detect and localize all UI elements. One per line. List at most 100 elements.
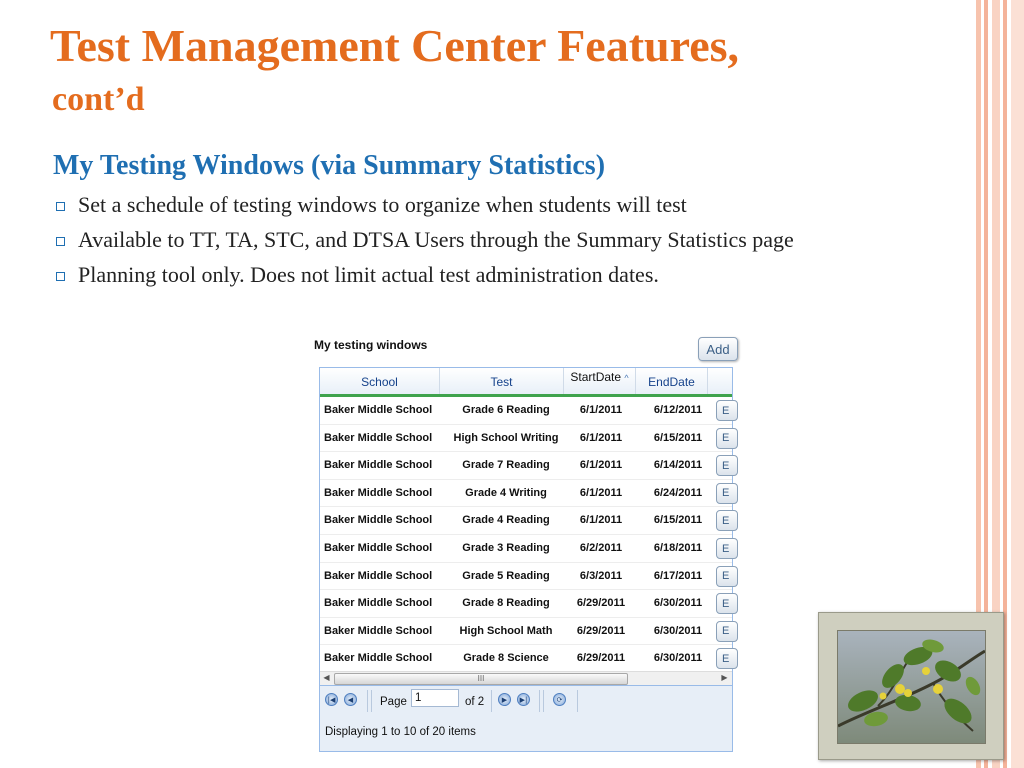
cell-startdate: 6/1/2011 <box>579 431 623 444</box>
table-row[interactable]: Baker Middle School Grade 6 Reading 6/1/20… <box>320 397 738 425</box>
edit-button[interactable]: E <box>716 482 738 504</box>
toolbar-separator <box>367 690 368 712</box>
cell-test: Grade 4 Writing <box>465 486 547 499</box>
next-page-icon[interactable]: ▶ <box>498 693 511 706</box>
edit-button[interactable]: E <box>716 427 738 449</box>
add-button[interactable]: Add <box>698 337 738 361</box>
cell-test: Grade 6 Reading <box>462 404 550 416</box>
cell-test: High School Math <box>459 624 553 637</box>
column-header-test[interactable]: Test <box>440 368 564 394</box>
cell-school: Baker Middle School <box>324 542 433 554</box>
toolbar-separator <box>577 690 578 712</box>
square-bullet-icon <box>56 202 65 211</box>
cell-enddate: 6/30/2011 <box>653 597 703 610</box>
page-number-input[interactable] <box>411 689 459 707</box>
page-count-label: of 2 <box>465 696 485 708</box>
pagination-toolbar: |◀ ◀ Page of 2 ▶ ▶| ⟳ Displaying 1 to 10… <box>320 685 732 751</box>
cell-school: Baker Middle School <box>324 624 433 637</box>
bullet-item: Available to TT, TA, STC, and DTSA Users… <box>56 225 918 255</box>
first-page-icon[interactable]: |◀ <box>325 693 338 706</box>
table-row[interactable]: Baker Middle School Grade 8 Science 6/29/2… <box>320 645 738 673</box>
widget-title: My testing windows <box>314 338 428 352</box>
cell-school: Baker Middle School <box>324 404 433 416</box>
display-message: Displaying 1 to 10 of 20 items <box>325 726 476 738</box>
cell-startdate: 6/1/2011 <box>579 486 623 499</box>
cell-enddate: 6/24/2011 <box>653 486 703 499</box>
horizontal-scrollbar[interactable]: ◀ III ▶ <box>320 671 732 685</box>
cell-startdate: 6/2/2011 <box>579 542 623 554</box>
cell-enddate: 6/17/2011 <box>653 569 703 582</box>
edit-button[interactable]: E <box>716 620 738 642</box>
cell-startdate: 6/29/2011 <box>576 597 626 610</box>
cell-enddate: 6/18/2011 <box>653 542 703 554</box>
last-page-icon[interactable]: ▶| <box>517 693 530 706</box>
cell-startdate: 6/29/2011 <box>576 652 626 665</box>
toolbar-separator <box>539 690 540 712</box>
cell-school: Baker Middle School <box>324 514 433 527</box>
table-row[interactable]: Baker Middle School Grade 3 Reading 6/2/20… <box>320 535 738 563</box>
bullet-text: Available to TT, TA, STC, and DTSA Users… <box>78 227 794 252</box>
cell-school: Baker Middle School <box>324 486 433 499</box>
bullet-list: Set a schedule of testing windows to org… <box>56 190 936 295</box>
cell-startdate: 6/1/2011 <box>579 459 623 472</box>
section-heading: My Testing Windows (via Summary Statisti… <box>53 150 606 181</box>
cell-test: Grade 8 Reading <box>462 597 550 610</box>
bullet-item: Planning tool only. Does not limit actua… <box>56 260 936 290</box>
prev-page-icon[interactable]: ◀ <box>344 693 357 706</box>
edit-button[interactable]: E <box>716 565 738 587</box>
grid-header: School Test StartDate ^ EndDate <box>320 368 732 397</box>
framed-photo <box>818 612 1004 760</box>
bullet-item: Set a schedule of testing windows to org… <box>56 190 936 220</box>
edit-button[interactable]: E <box>716 510 738 532</box>
column-header-enddate[interactable]: EndDate <box>636 368 708 394</box>
cell-test: High School Writing <box>453 431 559 444</box>
cell-enddate: 6/12/2011 <box>653 404 703 416</box>
testing-windows-widget: My testing windows Add School Test Start… <box>311 331 743 752</box>
cell-school: Baker Middle School <box>324 597 433 610</box>
cell-school: Baker Middle School <box>324 431 433 444</box>
edit-button[interactable]: E <box>716 400 738 421</box>
table-row[interactable]: Baker Middle School High School Writing 6/… <box>320 425 738 453</box>
table-row[interactable]: Baker Middle School Grade 4 Reading 6/1/20… <box>320 507 738 535</box>
cell-school: Baker Middle School <box>324 569 433 582</box>
cell-school: Baker Middle School <box>324 459 433 472</box>
page-label: Page <box>380 696 407 708</box>
cell-enddate: 6/30/2011 <box>653 652 703 665</box>
toolbar-separator <box>371 690 372 712</box>
edit-button[interactable]: E <box>716 455 738 477</box>
square-bullet-icon <box>56 272 65 281</box>
cell-school: Baker Middle School <box>324 652 433 665</box>
scroll-left-icon[interactable]: ◀ <box>320 671 333 684</box>
scrollbar-thumb[interactable]: III <box>334 673 628 685</box>
table-row[interactable]: Baker Middle School High School Math 6/29/… <box>320 618 738 646</box>
edit-button[interactable]: E <box>716 538 738 559</box>
toolbar-separator <box>491 690 492 712</box>
cell-test: Grade 7 Reading <box>462 459 550 472</box>
column-header-startdate-label: StartDate <box>570 370 622 384</box>
table-row[interactable]: Baker Middle School Grade 7 Reading 6/1/20… <box>320 452 738 480</box>
column-header-startdate[interactable]: StartDate ^ <box>564 368 636 394</box>
refresh-icon[interactable]: ⟳ <box>553 693 566 706</box>
table-row[interactable]: Baker Middle School Grade 8 Reading 6/29/2… <box>320 590 738 618</box>
cell-test: Grade 3 Reading <box>462 542 550 554</box>
edit-button[interactable]: E <box>716 648 738 670</box>
cell-startdate: 6/29/2011 <box>576 624 626 637</box>
bullet-text: Set a schedule of testing windows to org… <box>78 192 687 217</box>
cell-startdate: 6/1/2011 <box>579 514 623 527</box>
edit-button[interactable]: E <box>716 593 738 615</box>
table-row[interactable]: Baker Middle School Grade 4 Writing 6/1/20… <box>320 480 738 508</box>
table-row[interactable]: Baker Middle School Grade 5 Reading 6/3/20… <box>320 563 738 591</box>
slide-title: Test Management Center Features, <box>50 20 740 71</box>
slide-border-stripe <box>1011 0 1024 768</box>
cell-startdate: 6/3/2011 <box>579 569 623 582</box>
column-header-school[interactable]: School <box>320 368 440 394</box>
slide-subtitle: cont’d <box>52 81 145 118</box>
cell-enddate: 6/15/2011 <box>653 514 703 527</box>
toolbar-separator <box>543 690 544 712</box>
leaves-photo <box>837 630 986 744</box>
cell-test: Grade 4 Reading <box>462 514 550 527</box>
scroll-right-icon[interactable]: ▶ <box>718 671 731 684</box>
cell-test: Grade 8 Science <box>463 652 549 665</box>
sort-ascending-icon: ^ <box>624 373 629 383</box>
cell-startdate: 6/1/2011 <box>579 404 623 416</box>
